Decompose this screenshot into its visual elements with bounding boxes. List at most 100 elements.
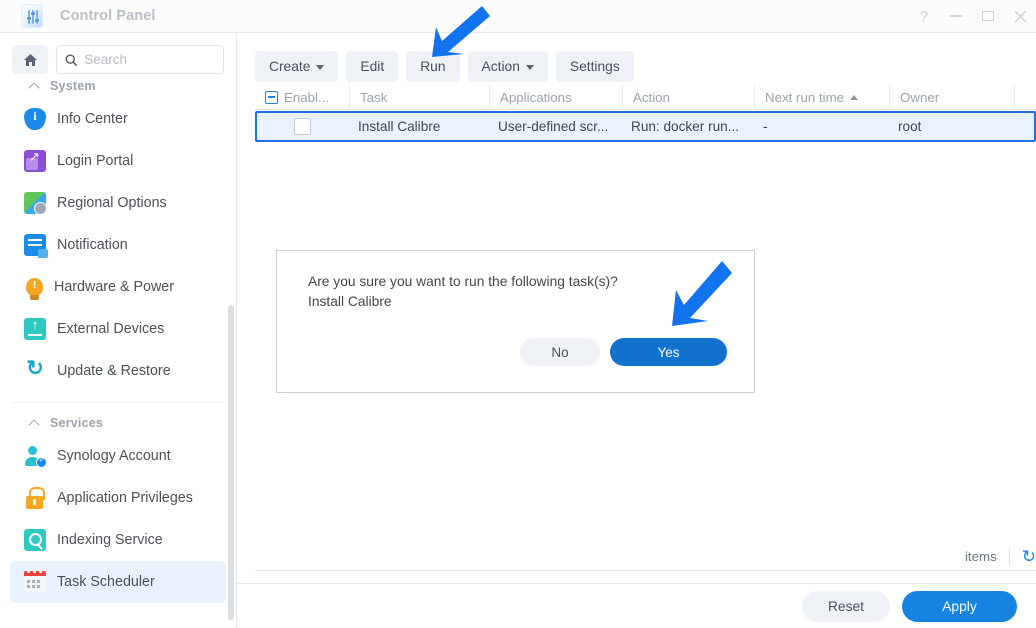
info-center-icon [24, 108, 46, 130]
settings-button[interactable]: Settings [555, 50, 634, 82]
column-header-enabled[interactable]: Enabl... [255, 84, 350, 110]
row-checkbox[interactable] [294, 118, 311, 135]
task-scheduler-icon [24, 569, 46, 593]
column-header-label: Next run time [765, 89, 845, 105]
login-portal-icon [24, 149, 46, 172]
create-button[interactable]: Create [255, 50, 339, 82]
dialog-no-button[interactable]: No [520, 338, 600, 366]
table-bottom-divider [255, 570, 1036, 571]
update-restore-icon [24, 356, 46, 382]
home-icon [23, 53, 37, 66]
search-box[interactable] [56, 45, 224, 74]
table-row[interactable]: Install Calibre User-defined scr... Run:… [255, 111, 1036, 142]
hardware-power-icon: ! [26, 278, 43, 300]
chevron-up-icon [30, 81, 41, 92]
action-button-label: Action [481, 58, 520, 74]
sidebar-group-label: System [50, 79, 96, 93]
row-task-cell: Install Calibre [348, 113, 488, 140]
sidebar-group-label: Services [50, 416, 104, 430]
dialog-yes-button[interactable]: Yes [610, 338, 727, 366]
sidebar-item-synology-account[interactable]: Synology Account [10, 435, 226, 477]
application-privileges-icon [24, 487, 46, 509]
column-header-next-run-time[interactable]: Next run time [755, 84, 890, 110]
apply-button[interactable]: Apply [902, 590, 1017, 622]
edit-button[interactable]: Edit [346, 50, 399, 82]
sidebar-item-notification[interactable]: Notification [10, 224, 226, 266]
notification-icon [24, 234, 48, 258]
search-input[interactable] [84, 52, 215, 67]
row-enabled-cell[interactable] [257, 113, 348, 140]
sidebar-item-label: Info Center [57, 111, 128, 127]
reset-button-label: Reset [827, 598, 865, 614]
sidebar-item-label: Synology Account [57, 448, 171, 464]
footer-divider [1008, 548, 1010, 565]
close-icon[interactable] [1004, 0, 1036, 33]
toolbar: Create Edit Run Action Settings [237, 33, 1036, 85]
column-header-label: Task [360, 89, 388, 105]
window-controls: ? [908, 0, 1036, 33]
sidebar-group-system[interactable]: System [0, 74, 236, 98]
sidebar: System Info Center Login Portal Regional… [0, 33, 237, 628]
select-all-checkbox[interactable] [265, 90, 278, 104]
sidebar-item-label: Notification [57, 237, 128, 253]
sidebar-item-label: Application Privileges [57, 490, 193, 506]
chevron-down-icon [316, 64, 325, 70]
window-titlebar: Control Panel ? [0, 0, 1036, 33]
column-header-applications[interactable]: Applications [490, 84, 623, 110]
minimize-icon[interactable] [940, 0, 972, 33]
row-applications-cell: User-defined scr... [488, 113, 621, 140]
sidebar-item-label: Regional Options [57, 195, 167, 211]
search-icon [65, 53, 78, 66]
dialog-buttons: No Yes [520, 338, 727, 366]
row-next-run-time-label: - [763, 119, 768, 134]
column-header-label: Applications [500, 89, 572, 105]
sidebar-item-login-portal[interactable]: Login Portal [10, 140, 226, 182]
sidebar-item-update-restore[interactable]: Update & Restore [10, 350, 226, 392]
column-header-owner[interactable]: Owner [890, 84, 1015, 110]
row-owner-label: root [898, 119, 922, 134]
column-header-label: Enabl... [284, 89, 330, 105]
external-devices-icon [24, 317, 46, 340]
sidebar-scrollbar[interactable] [228, 305, 234, 620]
reset-button[interactable]: Reset [802, 590, 890, 622]
arrow-pointing-run-button [412, 2, 492, 58]
sidebar-item-info-center[interactable]: Info Center [10, 98, 226, 140]
edit-button-label: Edit [360, 58, 385, 74]
arrow-pointing-yes-button [658, 258, 738, 340]
column-header-spacer [1015, 85, 1036, 110]
sidebar-item-label: External Devices [57, 321, 165, 337]
column-header-task[interactable]: Task [350, 84, 490, 110]
sidebar-top-bar [0, 33, 236, 74]
help-icon[interactable]: ? [908, 0, 940, 33]
chevron-up-icon [30, 418, 41, 429]
sort-ascending-icon [850, 94, 859, 100]
sidebar-item-application-privileges[interactable]: Application Privileges [10, 477, 226, 519]
column-header-action[interactable]: Action [623, 84, 755, 110]
refresh-icon[interactable]: ↻ [1022, 548, 1036, 565]
sidebar-divider [12, 402, 224, 403]
home-button[interactable] [12, 45, 48, 74]
task-table: Enabl... Task Applications Action Next r… [255, 84, 1036, 142]
column-header-label: Owner [900, 89, 940, 105]
sidebar-item-external-devices[interactable]: External Devices [10, 308, 226, 350]
sidebar-item-regional-options[interactable]: Regional Options [10, 182, 226, 224]
row-action-cell: Run: docker run... [621, 113, 753, 140]
control-panel-icon [21, 4, 43, 28]
row-applications-label: User-defined scr... [498, 119, 609, 134]
items-count-label: items [964, 549, 997, 564]
synology-account-icon [24, 445, 47, 468]
settings-button-label: Settings [569, 58, 620, 74]
sidebar-item-hardware-power[interactable]: ! Hardware & Power [10, 266, 226, 308]
row-owner-cell: root [888, 113, 1013, 140]
maximize-icon[interactable] [972, 0, 1004, 33]
dialog-yes-label: Yes [657, 344, 680, 360]
sidebar-item-indexing-service[interactable]: Indexing Service [10, 519, 226, 561]
sidebar-item-label: Login Portal [57, 153, 134, 169]
sidebar-item-task-scheduler[interactable]: Task Scheduler [10, 561, 226, 603]
sidebar-item-label: Indexing Service [57, 532, 163, 548]
dialog-no-label: No [551, 344, 569, 360]
chevron-down-icon [525, 64, 534, 70]
sidebar-group-services[interactable]: Services [0, 411, 236, 435]
control-panel-window: Control Panel ? Search System i Info Cen… [0, 0, 1036, 628]
row-next-run-time-cell: - [753, 113, 888, 140]
